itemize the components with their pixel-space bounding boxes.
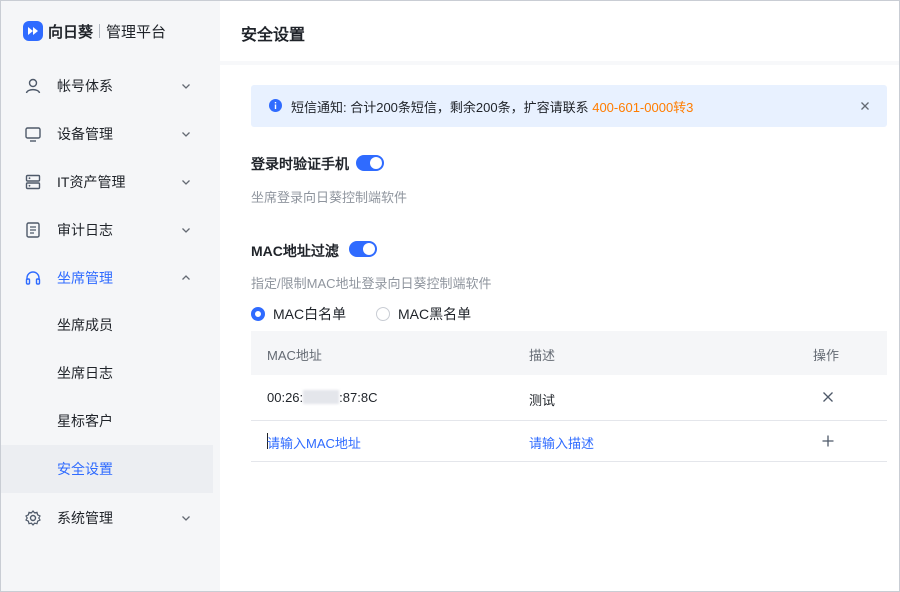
table-row: 00:26: :87:8C 测试 <box>251 375 887 421</box>
mac-suffix: :87:8C <box>339 390 378 405</box>
sidebar-item-label: 设备管理 <box>57 126 113 142</box>
sidebar-item-account[interactable]: 帐号体系 <box>1 62 220 110</box>
sidebar-item-label: 审计日志 <box>57 222 113 238</box>
table-header: MAC地址 描述 操作 <box>251 331 887 375</box>
sidebar: 向日葵 管理平台 帐号体系 设备管理 IT资产管理 审计日志 坐席管理 坐席成员… <box>1 1 220 591</box>
chevron-down-icon <box>182 132 190 137</box>
chevron-down-icon <box>182 516 190 521</box>
table-input-row: 请输入MAC地址 请输入描述 <box>251 421 887 462</box>
main-content: 安全设置 短信通知: 合计200条短信，剩余200条，扩容请联系 400-601… <box>220 1 899 591</box>
column-header-desc: 描述 <box>529 348 556 363</box>
notice-message: 短信通知: 合计200条短信，剩余200条，扩容请联系 <box>291 99 593 115</box>
mac-address-cell: 00:26: :87:8C <box>267 390 377 405</box>
phone-verify-title: 登录时验证手机 <box>251 156 349 172</box>
chevron-down-icon <box>182 84 190 89</box>
brand: 向日葵 管理平台 <box>23 19 166 43</box>
add-icon[interactable] <box>822 435 834 447</box>
gear-icon <box>25 510 41 526</box>
delete-icon[interactable] <box>822 391 834 403</box>
sidebar-subitem-label: 坐席成员 <box>57 317 113 333</box>
sidebar-item-system[interactable]: 系统管理 <box>1 494 220 542</box>
mac-filter-title: MAC地址过滤 <box>251 243 339 259</box>
redacted-mask <box>303 390 340 404</box>
sidebar-item-label: 系统管理 <box>57 510 113 526</box>
sidebar-subitem-seat-log[interactable]: 坐席日志 <box>1 349 213 397</box>
sidebar-item-devices[interactable]: 设备管理 <box>1 110 220 158</box>
column-header-actions: 操作 <box>813 348 840 363</box>
header-divider <box>220 61 899 65</box>
user-icon <box>25 78 41 94</box>
brand-name: 向日葵 <box>48 23 94 41</box>
radio-label: MAC白名单 <box>273 306 347 322</box>
mac-filter-toggle[interactable] <box>349 241 377 257</box>
notice-contact-number[interactable]: 400-601-0000转3 <box>592 100 693 115</box>
sidebar-item-label: 坐席管理 <box>57 270 113 286</box>
description-input[interactable]: 请输入描述 <box>529 433 594 452</box>
brand-subtitle: 管理平台 <box>106 23 167 41</box>
radio-mac-blacklist[interactable]: MAC黑名单 <box>376 304 471 324</box>
document-icon <box>26 222 40 238</box>
sidebar-item-it-assets[interactable]: IT资产管理 <box>1 158 220 206</box>
mac-prefix: 00:26: <box>267 390 304 405</box>
sidebar-item-audit-log[interactable]: 审计日志 <box>1 206 220 254</box>
sidebar-subitem-security-settings[interactable]: 安全设置 <box>1 445 213 493</box>
monitor-icon <box>25 127 41 142</box>
phone-verify-desc: 坐席登录向日葵控制端软件 <box>251 190 408 205</box>
sidebar-subitem-seat-members[interactable]: 坐席成员 <box>1 301 213 349</box>
app-window: 向日葵 管理平台 帐号体系 设备管理 IT资产管理 审计日志 坐席管理 坐席成员… <box>0 0 900 592</box>
brand-separator <box>99 24 101 38</box>
radio-label: MAC黑名单 <box>398 306 472 322</box>
radio-mac-whitelist[interactable]: MAC白名单 <box>251 304 346 324</box>
sidebar-subitem-starred-clients[interactable]: 星标客户 <box>1 397 213 445</box>
mac-filter-desc: 指定/限制MAC地址登录向日葵控制端软件 <box>251 276 492 291</box>
sidebar-item-label: IT资产管理 <box>57 174 126 190</box>
radio-dot <box>376 307 390 321</box>
headset-icon <box>25 271 41 285</box>
column-header-mac: MAC地址 <box>267 348 322 363</box>
sunlogin-logo-icon <box>23 21 43 41</box>
chevron-down-icon <box>182 180 190 185</box>
sidebar-subitem-label: 安全设置 <box>57 461 113 477</box>
mac-address-input[interactable]: 请输入MAC地址 <box>267 433 361 452</box>
chevron-up-icon <box>182 275 190 280</box>
sidebar-subitem-label: 坐席日志 <box>57 365 113 381</box>
info-icon <box>269 99 282 112</box>
sidebar-subitem-label: 星标客户 <box>57 413 113 429</box>
page-title: 安全设置 <box>241 27 306 44</box>
sms-notice-banner: 短信通知: 合计200条短信，剩余200条，扩容请联系 400-601-0000… <box>251 85 887 127</box>
sidebar-item-label: 帐号体系 <box>57 78 113 94</box>
close-icon[interactable] <box>859 100 871 112</box>
server-icon <box>25 174 41 190</box>
phone-verify-toggle[interactable] <box>356 155 384 171</box>
notice-text: 短信通知: 合计200条短信，剩余200条，扩容请联系 400-601-0000… <box>291 97 693 116</box>
sidebar-item-seat-management[interactable]: 坐席管理 <box>1 254 220 302</box>
radio-dot <box>251 307 265 321</box>
description-cell: 测试 <box>529 393 556 408</box>
chevron-down-icon <box>182 228 190 233</box>
